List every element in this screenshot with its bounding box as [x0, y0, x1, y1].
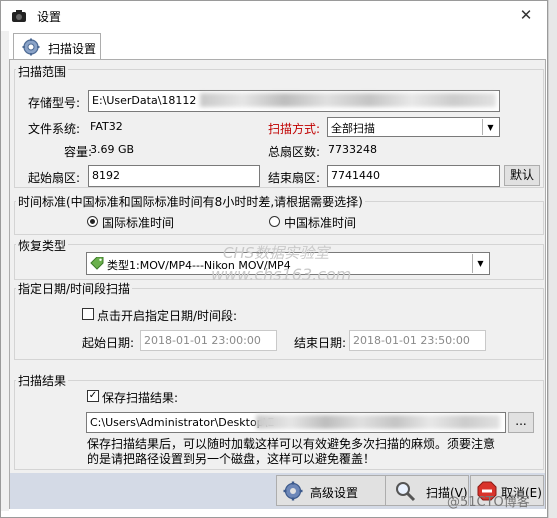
- date-scan-checkbox-label[interactable]: 点击开启指定日期/时间段:: [97, 307, 237, 324]
- radio-china-time[interactable]: [269, 216, 280, 227]
- end-sector-value: 7741440: [331, 169, 380, 182]
- gear-icon: [22, 38, 40, 56]
- advanced-settings-button[interactable]: 高级设置: [276, 475, 390, 506]
- default-button[interactable]: 默认: [504, 165, 540, 186]
- background-window-edge: [548, 0, 557, 518]
- intl-time-label[interactable]: 国际标准时间: [102, 214, 174, 231]
- browse-button[interactable]: ...: [508, 412, 534, 433]
- title-bar[interactable]: 设置 ✕: [1, 1, 547, 31]
- magnifier-icon: [396, 482, 416, 502]
- end-date-value: 2018-01-01 23:50:00: [353, 334, 470, 347]
- tab-scan-settings[interactable]: 扫描设置: [13, 33, 101, 60]
- scan-range-title: 扫描范围: [16, 63, 69, 80]
- close-button[interactable]: ✕: [515, 5, 537, 25]
- save-result-note: 保存扫描结果后，可以随时加载这样可以有效避免多次扫描的麻烦。须要注意的是请把路径…: [87, 437, 496, 466]
- recovery-type-title: 恢复类型: [16, 237, 69, 254]
- time-standard-title: 时间标准(中国标准和国际标准时间有8小时时差,请根据需要选择): [16, 193, 365, 210]
- redacted-area: [256, 415, 500, 429]
- capacity-label: 容量:: [64, 145, 93, 159]
- start-sector-value: 8192: [92, 169, 120, 182]
- tab-label: 扫描设置: [48, 42, 97, 56]
- save-result-checkbox[interactable]: ✓: [87, 390, 99, 402]
- chevron-down-icon[interactable]: ▼: [482, 119, 498, 135]
- end-sector-label: 结束扇区:: [268, 171, 321, 185]
- chevron-down-icon[interactable]: ▼: [472, 254, 488, 273]
- scan-method-value: 全部扫描: [331, 122, 375, 135]
- start-sector-field[interactable]: 8192: [88, 165, 260, 187]
- app-camera-icon: [12, 10, 26, 22]
- total-sectors-label: 总扇区数:: [268, 145, 321, 159]
- advanced-gear-icon: [283, 481, 303, 501]
- storage-value: E:\UserData\18112: [92, 94, 197, 107]
- settings-window: 设置 ✕ 扫描设置 扫描范围 存储型号: E:\UserData\18112 文…: [0, 0, 548, 518]
- scan-method-label: 扫描方式:: [268, 122, 321, 136]
- start-date-field[interactable]: 2018-01-01 23:00:00: [140, 330, 277, 351]
- start-date-label: 起始日期:: [82, 336, 135, 350]
- redacted-area: [200, 93, 496, 107]
- date-scan-title: 指定日期/时间段扫描: [16, 280, 133, 297]
- fs-value: FAT32: [90, 120, 123, 133]
- end-date-field[interactable]: 2018-01-01 23:50:00: [349, 330, 486, 351]
- brand-watermark: CHS数据实验室: [223, 244, 330, 262]
- end-sector-field[interactable]: 7741440: [327, 165, 500, 187]
- save-path-value: C:\Users\Administrator\Desktop\E: [90, 416, 275, 429]
- left-edge: [1, 31, 9, 511]
- start-sector-label: 起始扇区:: [28, 171, 81, 185]
- china-time-label[interactable]: 中国标准时间: [284, 214, 356, 231]
- scan-method-select[interactable]: 全部扫描 ▼: [327, 117, 500, 137]
- window-title: 设置: [37, 10, 62, 24]
- capacity-value: 3.69 GB: [90, 143, 135, 156]
- url-watermark: www.chs163.com: [211, 265, 352, 284]
- fs-label: 文件系统:: [28, 122, 81, 136]
- settings-panel: 扫描范围 存储型号: E:\UserData\18112 文件系统: FAT32…: [9, 59, 546, 509]
- end-date-label: 结束日期:: [294, 336, 347, 350]
- start-date-value: 2018-01-01 23:00:00: [144, 334, 261, 347]
- scan-result-title: 扫描结果: [16, 372, 69, 389]
- total-sectors-value: 7733248: [328, 143, 377, 156]
- radio-intl-time[interactable]: [87, 216, 98, 227]
- blog-watermark: @51CTO博客: [447, 495, 530, 510]
- tag-icon: [90, 257, 104, 270]
- date-scan-checkbox[interactable]: [82, 308, 94, 320]
- advanced-settings-label: 高级设置: [310, 486, 359, 500]
- save-result-label[interactable]: 保存扫描结果:: [102, 389, 178, 406]
- storage-label: 存储型号:: [28, 96, 81, 110]
